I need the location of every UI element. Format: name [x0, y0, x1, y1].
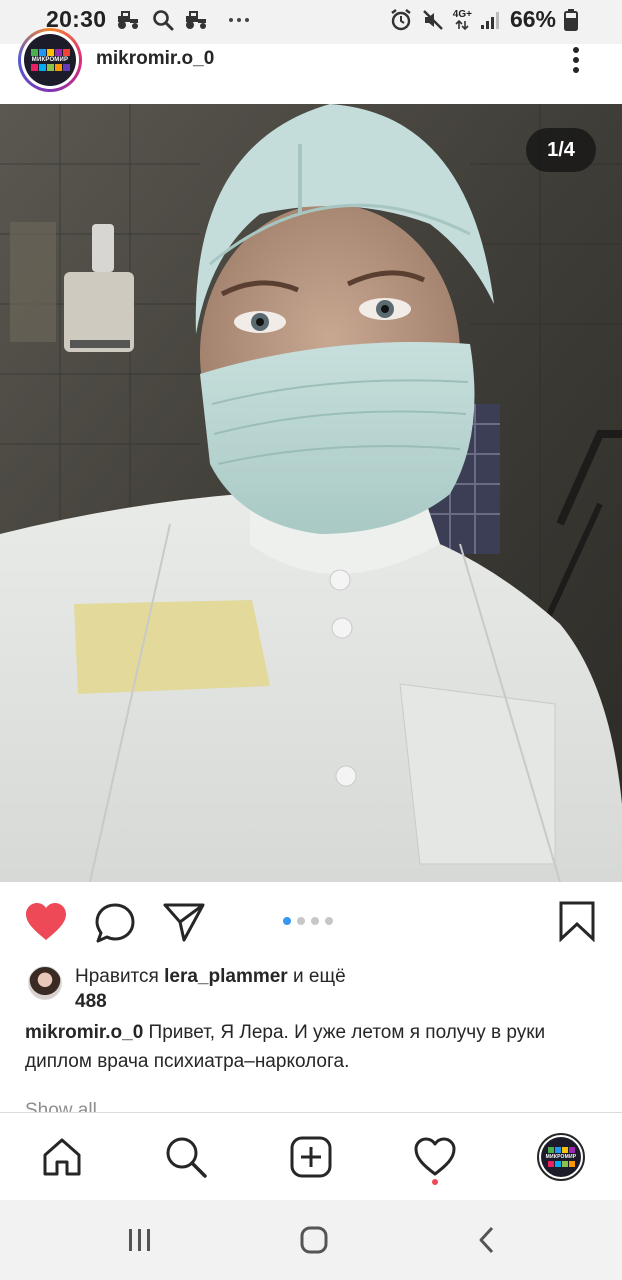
tractor-icon [116, 10, 142, 30]
status-bar: 20:30 4G+ 66% [0, 0, 622, 44]
comment-icon[interactable] [94, 902, 136, 949]
back-icon[interactable] [468, 1220, 508, 1260]
nurse-selfie-image [0, 104, 622, 882]
recents-icon[interactable] [120, 1220, 160, 1260]
mute-icon [421, 8, 445, 32]
search-icon[interactable] [164, 1135, 208, 1179]
likes-count[interactable]: 488 [75, 991, 107, 1012]
more-dots-icon [228, 17, 250, 23]
battery-percent: 66% [509, 6, 556, 32]
home-icon[interactable] [40, 1135, 84, 1179]
activity-heart-icon[interactable] [413, 1135, 457, 1179]
post-header: МИКРОМИР mikromir.o_0 [0, 28, 622, 104]
signal-icon [480, 10, 502, 30]
activity-notification-dot [432, 1179, 438, 1185]
liker-avatar[interactable] [28, 966, 62, 1000]
carousel-dot [297, 917, 305, 925]
add-post-icon[interactable] [289, 1135, 333, 1179]
profile-avatar[interactable]: МИКРОМИР [537, 1133, 585, 1181]
alarm-icon [389, 8, 413, 32]
heart-filled-icon[interactable] [24, 902, 68, 947]
post-author-avatar[interactable]: МИКРОМИР [18, 28, 82, 92]
share-icon[interactable] [162, 902, 206, 947]
more-options-icon[interactable] [564, 44, 588, 78]
carousel-dot-active [283, 917, 291, 925]
mikromir-logo: МИКРОМИР [24, 34, 76, 86]
home-button-icon[interactable] [294, 1220, 334, 1260]
post-photo[interactable]: 1/4 [0, 104, 622, 882]
carousel-dot [311, 917, 319, 925]
carousel-indicator [283, 917, 333, 925]
network-type: 4G+ [453, 9, 472, 30]
post-caption: mikromir.o_0 Привет, Я Лера. И уже летом… [25, 1018, 585, 1076]
liker-username[interactable]: lera_plammer [164, 966, 288, 987]
mikromir-logo: МИКРОМИР [541, 1137, 581, 1177]
carousel-page-counter: 1/4 [526, 128, 596, 172]
caption-username[interactable]: mikromir.o_0 [25, 1022, 143, 1043]
carousel-dot [325, 917, 333, 925]
likes-text[interactable]: Нравится lera_plammer и ещё 488 [75, 964, 415, 1014]
bookmark-icon[interactable] [558, 900, 596, 947]
bottom-navigation: МИКРОМИР [0, 1112, 622, 1201]
search-icon [152, 9, 174, 31]
tractor-icon [184, 10, 210, 30]
post-actions-bar [0, 882, 622, 962]
battery-icon [564, 8, 578, 31]
system-navigation-bar [0, 1200, 622, 1280]
show-all-link-partial[interactable]: Show all [25, 1100, 97, 1112]
post-username[interactable]: mikromir.o_0 [96, 48, 214, 70]
